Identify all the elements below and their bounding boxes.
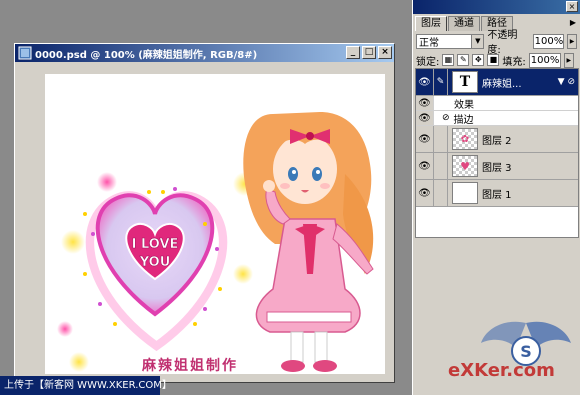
lock-label: 锁定: <box>416 56 440 68</box>
brush-icon[interactable]: ✎ <box>434 69 448 95</box>
layer-thumbnail: ✿ <box>452 128 478 150</box>
opacity-label: 不透明度: <box>487 30 518 56</box>
watermark-logo: S <box>481 321 571 366</box>
close-button[interactable]: × <box>378 46 392 59</box>
lock-row: 锁定: ▦ ✎ ✥ ■ 填充: 100% ▶ <box>413 51 580 69</box>
link-slot[interactable] <box>434 126 448 152</box>
layers-panel[interactable]: × 图层 通道 路径 ▶ 正常 ▼ 不透明度: 100% ▶ 锁定: ▦ ✎ ✥… <box>412 0 580 395</box>
layer-row[interactable]: 👁 ♥ 图层 3 <box>416 153 578 180</box>
panel-title-bar[interactable]: × <box>413 0 580 14</box>
sparkle <box>61 230 85 254</box>
minimize-button[interactable]: _ <box>346 46 360 59</box>
link-slot[interactable] <box>434 180 448 206</box>
eye-icon[interactable]: 👁 <box>416 126 434 152</box>
panel-menu-icon[interactable]: ▶ <box>570 16 576 31</box>
text-layer-thumbnail: T <box>452 71 478 93</box>
layer-name[interactable]: 图层 2 <box>482 132 578 147</box>
layer-row-text[interactable]: 👁 ✎ T 麻辣姐... ▼ ⊘ <box>416 69 578 96</box>
tab-channels[interactable]: 通道 <box>448 16 480 31</box>
opacity-stepper-icon[interactable]: ▶ <box>567 33 577 49</box>
layer-name[interactable]: 图层 1 <box>482 186 578 201</box>
blend-mode-select[interactable]: 正常 ▼ <box>416 33 485 49</box>
heart-text-line2: YOU <box>139 255 171 270</box>
lock-position-icon[interactable]: ✥ <box>472 54 485 66</box>
sparkle <box>97 172 117 192</box>
layer-name[interactable]: 麻辣姐... <box>482 75 558 90</box>
layer-row[interactable]: 👁 ✿ 图层 2 <box>416 126 578 153</box>
layer-row[interactable]: 👁 图层 1 <box>416 180 578 207</box>
link-slot[interactable] <box>434 153 448 179</box>
eye-icon[interactable]: 👁 <box>416 111 434 125</box>
fill-stepper-icon[interactable]: ▶ <box>563 52 574 68</box>
chevron-down-icon: ▼ <box>471 34 484 48</box>
lock-transparency-icon[interactable]: ▦ <box>442 54 455 66</box>
eye-icon[interactable]: 👁 <box>416 180 434 206</box>
document-title: 0000.psd @ 100% (麻辣姐姐制作, RGB/8#) <box>35 49 258 61</box>
blend-mode-value: 正常 <box>419 37 439 49</box>
svg-text:S: S <box>520 342 532 361</box>
layer-thumbnail <box>452 182 478 204</box>
lock-all-icon[interactable]: ■ <box>487 54 500 66</box>
document-window[interactable]: 0000.psd @ 100% (麻辣姐姐制作, RGB/8#) _ □ × I… <box>14 43 395 383</box>
eye-icon[interactable]: 👁 <box>416 69 434 95</box>
fill-input[interactable]: 100% <box>528 52 561 68</box>
sparkle <box>57 321 73 337</box>
layers-list: 👁 ✎ T 麻辣姐... ▼ ⊘ 👁 效果 👁 ⊘ 描边 👁 ✿ 图层 2 👁 … <box>415 68 579 238</box>
layer-thumbnail: ♥ <box>452 155 478 177</box>
sparkle <box>233 264 253 284</box>
effect-group-label: 效果 <box>454 99 474 111</box>
signature-text: 麻辣姐姐制作 <box>141 357 238 374</box>
stroke-effect-label: 描边 <box>453 114 474 126</box>
eye-icon[interactable]: 👁 <box>416 96 434 110</box>
effect-icon: ⊘ <box>442 113 450 123</box>
maximize-button[interactable]: □ <box>362 46 376 59</box>
effects-group-row[interactable]: 👁 效果 <box>416 96 578 111</box>
girl-illustration <box>243 112 374 372</box>
document-title-bar[interactable]: 0000.psd @ 100% (麻辣姐姐制作, RGB/8#) <box>15 44 394 62</box>
photoshop-doc-icon <box>18 46 32 60</box>
tab-layers[interactable]: 图层 <box>415 16 447 31</box>
effects-indicator-icon[interactable]: ▼ ⊘ <box>558 77 575 87</box>
upload-footer: 上传于【新客网 WWW.XKER.COM】 <box>0 376 172 395</box>
opacity-input[interactable]: 100% <box>532 33 565 49</box>
blend-row: 正常 ▼ 不透明度: 100% ▶ <box>413 30 580 56</box>
eye-icon[interactable]: 👁 <box>416 153 434 179</box>
heart-text-line1: I LOVE <box>132 237 179 252</box>
lock-image-icon[interactable]: ✎ <box>457 54 470 66</box>
image-canvas[interactable]: I LOVE YOU 麻辣姐姐制作 <box>45 74 385 374</box>
fill-label: 填充: <box>502 56 526 68</box>
panel-close-icon[interactable]: × <box>566 1 578 12</box>
stroke-effect-row[interactable]: 👁 ⊘ 描边 <box>416 111 578 126</box>
sparkle <box>69 352 89 372</box>
artwork: I LOVE YOU 麻辣姐姐制作 <box>57 112 374 374</box>
layer-name[interactable]: 图层 3 <box>482 159 578 174</box>
watermark-text: eXKer.com <box>448 360 555 381</box>
